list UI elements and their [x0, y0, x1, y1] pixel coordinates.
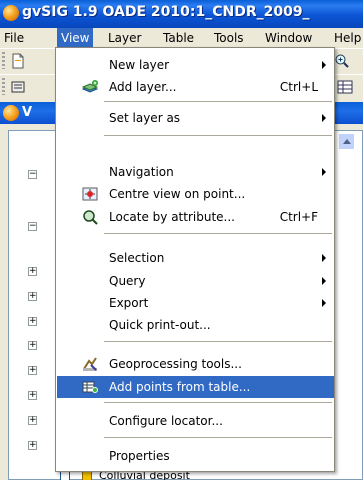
menu-item-set-layer-as[interactable]: Set layer as: [57, 107, 334, 129]
toc-scroll-up-button[interactable]: [338, 133, 355, 150]
menu-item-new-layer[interactable]: New layer: [57, 54, 334, 76]
gvsig-app-icon: [3, 5, 19, 21]
menu-item-label: New layer: [109, 58, 170, 72]
menu-item-add-points-from-table[interactable]: Add points from table...: [57, 376, 334, 398]
toolbar-grip[interactable]: [2, 52, 5, 69]
menu-help[interactable]: Help: [330, 28, 363, 48]
menu-item-locate-by-attribute[interactable]: Locate by attribute... Ctrl+F: [57, 206, 334, 228]
menu-item-label: Export: [109, 296, 149, 310]
menu-item-centre-view[interactable]: Centre view on point...: [57, 183, 334, 205]
menu-item-label: Centre view on point...: [109, 187, 246, 201]
menu-tools[interactable]: Tools: [210, 28, 248, 48]
submenu-arrow-icon: [322, 254, 326, 262]
toc-expand-toggle[interactable]: +: [28, 267, 37, 276]
menu-item-label: Selection: [109, 251, 165, 265]
menu-item-label: Configure locator...: [109, 414, 223, 428]
toc-expand-toggle[interactable]: +: [28, 391, 37, 400]
geoprocessing-icon: [83, 357, 97, 371]
menu-item-label: Query: [109, 274, 146, 288]
menu-item-label: Geoprocessing tools...: [109, 357, 242, 371]
toolbar-grip[interactable]: [2, 78, 5, 95]
menu-item-label: Navigation: [109, 165, 174, 179]
submenu-arrow-icon: [322, 114, 326, 122]
layer-checkbox[interactable]: [60, 471, 70, 480]
menu-separator: [104, 135, 332, 136]
menu-item-shortcut: Ctrl+L: [279, 80, 318, 94]
window-title: gvSIG 1.9 OADE 2010:1_CNDR_2009_: [22, 4, 310, 20]
zoom-in-icon[interactable]: [334, 53, 350, 69]
menu-item-selection[interactable]: Selection: [57, 247, 334, 269]
menu-item-label: Add layer...: [109, 80, 177, 94]
menu-item-label: Locate by attribute...: [109, 210, 235, 224]
menu-view[interactable]: View: [57, 28, 94, 48]
menu-file[interactable]: File: [0, 28, 28, 48]
menu-item-shortcut: Ctrl+F: [279, 210, 318, 224]
submenu-arrow-icon: [322, 61, 326, 69]
menu-separator: [104, 341, 332, 342]
menu-item-properties[interactable]: Properties: [57, 445, 334, 467]
menu-window[interactable]: Window: [261, 28, 316, 48]
menu-item-add-layer[interactable]: Add layer... Ctrl+L: [57, 76, 334, 98]
menu-layer[interactable]: Layer: [104, 28, 145, 48]
add-points-icon: [82, 381, 98, 393]
view-menu-dropdown: New layer Add layer... Ctrl+L Set layer …: [55, 47, 335, 472]
view-properties-icon[interactable]: [10, 79, 26, 95]
menu-item-label: Quick print-out...: [109, 318, 211, 332]
toc-expand-toggle[interactable]: +: [28, 441, 37, 450]
toc-expand-toggle[interactable]: +: [28, 341, 37, 350]
add-layer-icon: [82, 80, 98, 93]
table-icon[interactable]: [337, 79, 353, 95]
menu-item-label: Set layer as: [109, 111, 181, 125]
menubar: File View Layer Table Tools Window Help: [0, 28, 363, 48]
view-window-icon: [3, 105, 19, 121]
menu-separator: [104, 402, 332, 403]
toc-expand-toggle[interactable]: +: [28, 416, 37, 425]
submenu-arrow-icon: [322, 168, 326, 176]
menu-item-geoprocessing-tools[interactable]: Geoprocessing tools...: [57, 353, 334, 375]
centre-view-icon: [82, 187, 98, 201]
menu-table[interactable]: Table: [159, 28, 198, 48]
submenu-arrow-icon: [322, 299, 326, 307]
menu-item-label: Add points from table...: [109, 380, 251, 394]
window-titlebar[interactable]: gvSIG 1.9 OADE 2010:1_CNDR_2009_: [0, 0, 363, 28]
toc-expand-toggle[interactable]: +: [28, 317, 37, 326]
submenu-arrow-icon: [322, 277, 326, 285]
toc-collapse-toggle[interactable]: −: [28, 170, 37, 179]
menu-separator: [104, 101, 332, 102]
layer-legend-icon: [81, 471, 92, 480]
locate-icon: [83, 210, 98, 225]
toc-collapse-toggle[interactable]: −: [28, 222, 37, 231]
menu-item-label: Properties: [109, 449, 170, 463]
menu-item-quick-print-out[interactable]: Quick print-out...: [57, 314, 334, 336]
toc-expand-toggle[interactable]: +: [28, 292, 37, 301]
menu-item-configure-locator[interactable]: Configure locator...: [57, 410, 334, 432]
menu-item-navigation[interactable]: Navigation: [57, 161, 334, 183]
view-window-title: V: [22, 105, 33, 120]
menu-item-query[interactable]: Query: [57, 270, 334, 292]
menu-item-export[interactable]: Export: [57, 292, 334, 314]
menu-separator: [104, 233, 332, 234]
new-document-icon[interactable]: [10, 53, 26, 69]
toc-expand-toggle[interactable]: +: [28, 366, 37, 375]
menu-separator: [104, 437, 332, 438]
